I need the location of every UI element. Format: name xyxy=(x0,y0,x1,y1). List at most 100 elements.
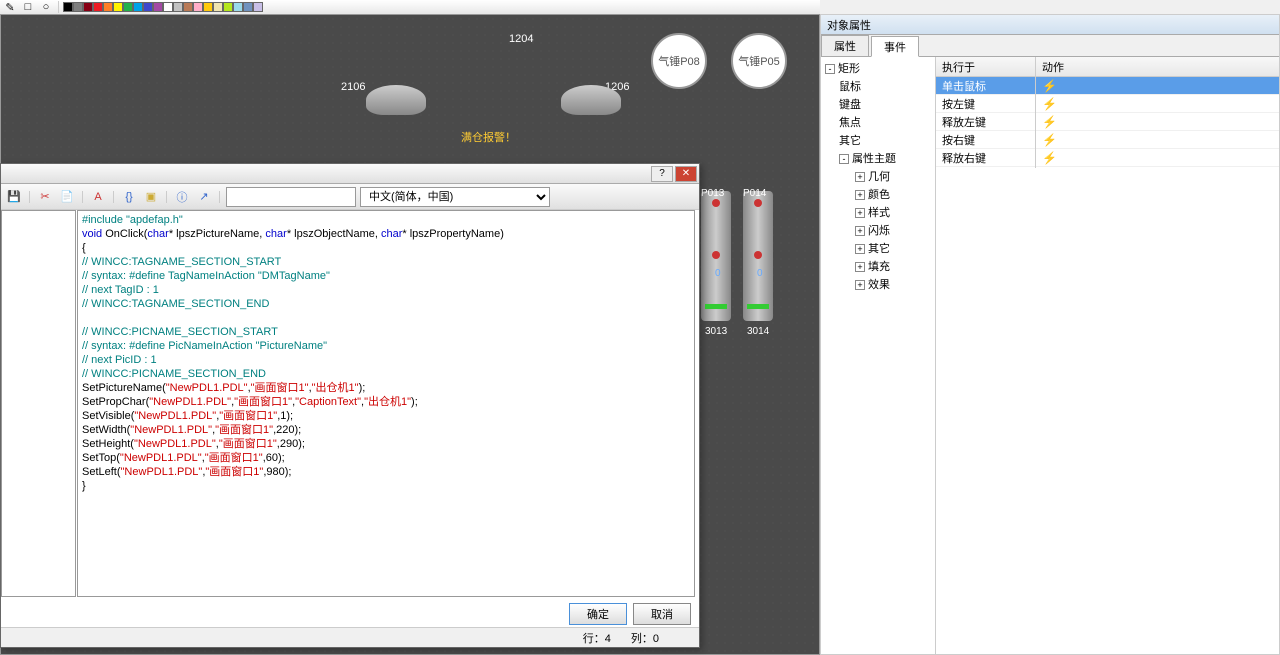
col-action: 动作 xyxy=(1036,57,1279,76)
color-swatch[interactable] xyxy=(143,2,153,12)
code-line: SetLeft("NewPDL1.PDL","画面窗口1",980); xyxy=(82,465,690,479)
lightning-icon: ⚡ xyxy=(1042,79,1057,93)
code-line: // syntax: #define TagNameInAction "DMTa… xyxy=(82,269,690,283)
export-icon[interactable]: ↗ xyxy=(195,188,213,206)
tool-icon[interactable]: ✎ xyxy=(2,1,18,13)
close-button[interactable]: ✕ xyxy=(675,166,697,182)
help-button[interactable]: ? xyxy=(651,166,673,182)
tree-node[interactable]: -属性主题 xyxy=(823,149,933,167)
code-left-gutter xyxy=(1,210,76,597)
language-dropdown[interactable]: 中文(简体，中国) xyxy=(360,187,550,207)
tree-node[interactable]: +效果 xyxy=(823,275,933,293)
color-swatch[interactable] xyxy=(173,2,183,12)
info-icon[interactable]: ⓘ xyxy=(173,188,191,206)
device-cone[interactable] xyxy=(561,85,621,115)
check-icon[interactable]: A xyxy=(89,188,107,206)
events-header: 执行于 动作 xyxy=(936,57,1279,77)
tab-attributes[interactable]: 属性 xyxy=(821,35,869,56)
color-swatch[interactable] xyxy=(163,2,173,12)
device-label: 3013 xyxy=(705,326,727,337)
tree-label: 颜色 xyxy=(868,189,890,201)
tree-node[interactable]: +闪烁 xyxy=(823,221,933,239)
color-swatch[interactable] xyxy=(83,2,93,12)
separator xyxy=(29,191,30,203)
color-swatch[interactable] xyxy=(243,2,253,12)
properties-tabs: 属性 事件 xyxy=(821,35,1279,57)
color-swatch[interactable] xyxy=(93,2,103,12)
color-swatch[interactable] xyxy=(183,2,193,12)
tree-node[interactable]: +几何 xyxy=(823,167,933,185)
tree-node[interactable]: -矩形 xyxy=(823,59,933,77)
color-swatch[interactable] xyxy=(193,2,203,12)
color-swatch[interactable] xyxy=(203,2,213,12)
device-vertical-3013[interactable] xyxy=(701,191,731,321)
event-row[interactable]: 按右键⚡ xyxy=(936,131,1279,149)
expand-icon[interactable]: + xyxy=(855,280,865,290)
expand-icon[interactable]: + xyxy=(855,244,865,254)
device-circle-p05[interactable]: 气锤P05 xyxy=(731,33,787,89)
properties-tree[interactable]: -矩形鼠标键盘焦点其它-属性主题+几何+颜色+样式+闪烁+其它+填充+效果 xyxy=(821,57,936,654)
expand-icon[interactable]: + xyxy=(855,172,865,182)
tree-label: 几何 xyxy=(868,171,890,183)
color-swatch[interactable] xyxy=(153,2,163,12)
tree-node[interactable]: 键盘 xyxy=(823,95,933,113)
tree-node[interactable]: +填充 xyxy=(823,257,933,275)
color-swatch[interactable] xyxy=(103,2,113,12)
color-swatch[interactable] xyxy=(123,2,133,12)
tree-node[interactable]: +其它 xyxy=(823,239,933,257)
tree-node[interactable]: +样式 xyxy=(823,203,933,221)
text-input[interactable] xyxy=(226,187,356,207)
device-cone[interactable] xyxy=(366,85,426,115)
tool-icon[interactable]: □ xyxy=(20,1,36,13)
collapse-icon[interactable]: - xyxy=(825,64,835,74)
tree-node[interactable]: 其它 xyxy=(823,131,933,149)
tree-node[interactable]: 焦点 xyxy=(823,113,933,131)
separator xyxy=(166,191,167,203)
code-line: SetPictureName("NewPDL1.PDL","画面窗口1","出仓… xyxy=(82,381,690,395)
status-row: 行：4 xyxy=(583,630,611,646)
ok-button[interactable]: 确定 xyxy=(569,603,627,625)
event-row[interactable]: 释放左键⚡ xyxy=(936,113,1279,131)
color-swatch[interactable] xyxy=(63,2,73,12)
tab-events[interactable]: 事件 xyxy=(871,36,919,57)
color-swatch[interactable] xyxy=(113,2,123,12)
device-value: 0 xyxy=(715,268,721,279)
event-row[interactable]: 按左键⚡ xyxy=(936,95,1279,113)
cube-icon[interactable]: ▣ xyxy=(142,188,160,206)
expand-icon[interactable]: + xyxy=(855,190,865,200)
tool-icon[interactable]: ○ xyxy=(38,1,54,13)
tree-label: 焦点 xyxy=(839,117,861,129)
expand-icon[interactable]: + xyxy=(855,226,865,236)
collapse-icon[interactable]: - xyxy=(839,154,849,164)
code-line: // WINCC:TAGNAME_SECTION_END xyxy=(82,297,690,311)
code-editor[interactable]: #include "apdefap.h"void OnClick(char* l… xyxy=(77,210,695,597)
color-swatch[interactable] xyxy=(213,2,223,12)
events-list: 单击鼠标⚡按左键⚡释放左键⚡按右键⚡释放右键⚡ xyxy=(936,77,1279,167)
cancel-button[interactable]: 取消 xyxy=(633,603,691,625)
copy-icon[interactable]: 📄 xyxy=(58,188,76,206)
tree-node[interactable]: +颜色 xyxy=(823,185,933,203)
cut-icon[interactable]: ✂ xyxy=(36,188,54,206)
code-line xyxy=(82,311,690,325)
save-icon[interactable]: 💾 xyxy=(5,188,23,206)
color-swatch[interactable] xyxy=(253,2,263,12)
device-circle-p08[interactable]: 气锤P08 xyxy=(651,33,707,89)
dialog-buttons: 确定 取消 xyxy=(569,603,691,625)
event-row[interactable]: 释放右键⚡ xyxy=(936,149,1279,167)
expand-icon[interactable]: + xyxy=(855,262,865,272)
main-toolbar: ✎ □ ○ xyxy=(0,0,820,14)
color-swatch[interactable] xyxy=(133,2,143,12)
event-row[interactable]: 单击鼠标⚡ xyxy=(936,77,1279,95)
color-swatch[interactable] xyxy=(233,2,243,12)
properties-panel: 对象属性 属性 事件 -矩形鼠标键盘焦点其它-属性主题+几何+颜色+样式+闪烁+… xyxy=(820,14,1280,655)
bracket-icon[interactable]: {} xyxy=(120,188,138,206)
dialog-titlebar[interactable]: ? ✕ xyxy=(1,164,699,184)
color-swatch[interactable] xyxy=(73,2,83,12)
tree-node[interactable]: 鼠标 xyxy=(823,77,933,95)
expand-icon[interactable]: + xyxy=(855,208,865,218)
col-exec: 执行于 xyxy=(936,57,1036,76)
device-vertical-3014[interactable] xyxy=(743,191,773,321)
code-line: void OnClick(char* lpszPictureName, char… xyxy=(82,227,690,241)
code-line: SetVisible("NewPDL1.PDL","画面窗口1",1); xyxy=(82,409,690,423)
color-swatch[interactable] xyxy=(223,2,233,12)
